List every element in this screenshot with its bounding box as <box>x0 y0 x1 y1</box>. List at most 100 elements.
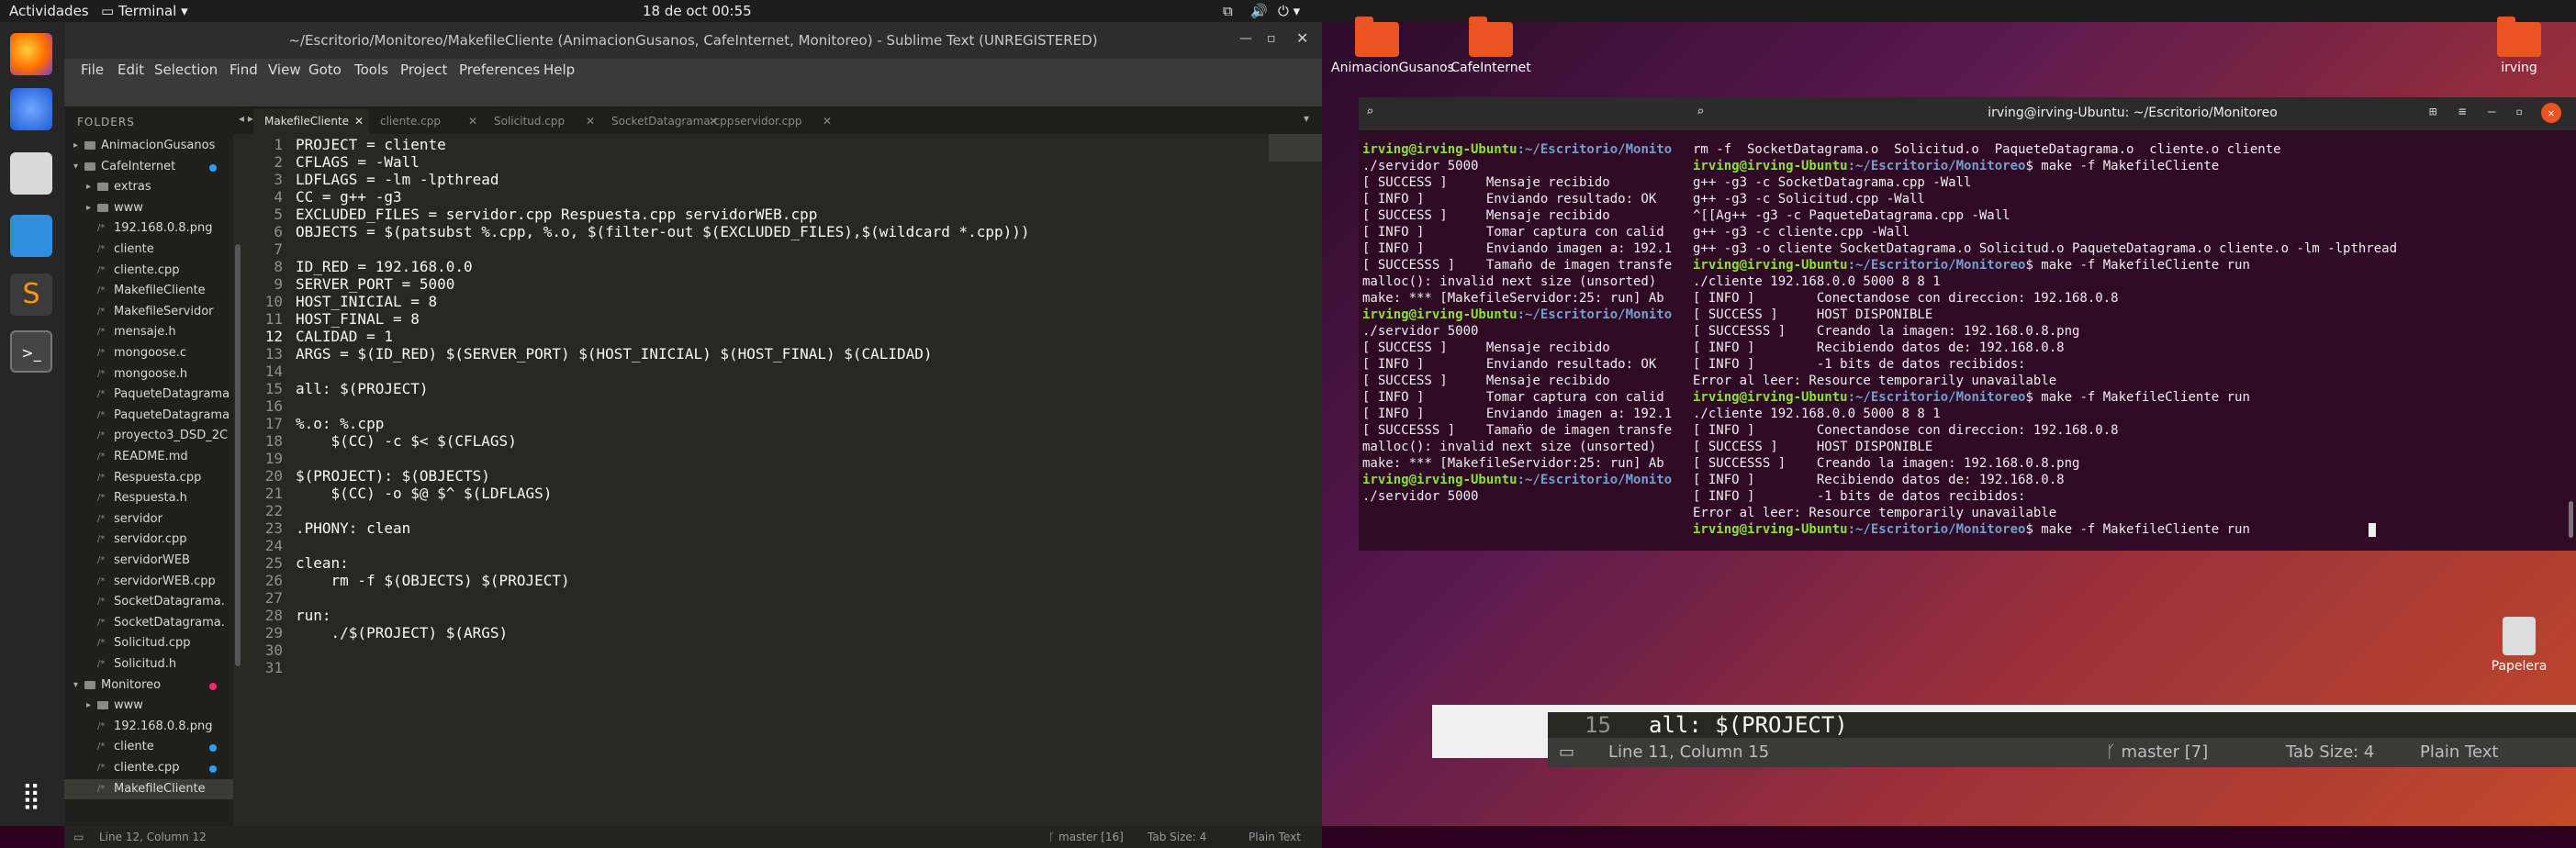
tab-size[interactable]: Tab Size: 4 <box>1148 831 1206 843</box>
sidebar-file[interactable]: /* mensaje.h <box>64 322 233 342</box>
maximize-button[interactable]: ▫ <box>2515 105 2523 119</box>
menu-goto[interactable]: Goto <box>308 61 342 78</box>
close-button[interactable]: ✕ <box>1296 29 1308 47</box>
network-icon[interactable]: ⧉ <box>1223 3 1233 19</box>
sidebar-file[interactable]: /* Respuesta.cpp <box>64 468 233 488</box>
sidebar-file[interactable]: /* Solicitud.cpp <box>64 633 233 653</box>
folder-icon <box>84 162 95 171</box>
git-branch[interactable]: ᚴ master [16] <box>1048 831 1124 843</box>
sidebar-folder[interactable]: ▸ www <box>64 198 233 218</box>
sidebar-file[interactable]: /* servidorWEB <box>64 551 233 571</box>
syntax[interactable]: Plain Text <box>1249 831 1301 843</box>
menu-preferences[interactable]: Preferences <box>459 61 540 78</box>
panel-toggle-icon[interactable]: ▭ <box>73 831 84 843</box>
desktop-trash[interactable]: Papelera <box>2473 617 2565 674</box>
tab-dropdown-icon[interactable]: ▾ <box>1304 112 1309 125</box>
menu-find[interactable]: Find <box>230 61 258 78</box>
sidebar-file[interactable]: /* Respuesta.h <box>64 488 233 508</box>
sidebar-label: extras <box>114 180 151 195</box>
sidebar-folder[interactable]: ▾ Monitoreo <box>64 675 233 696</box>
prompt-user: irving@irving-Ubuntu <box>1693 522 1848 537</box>
sidebar-folder[interactable]: ▾ CafeInternet <box>64 157 233 177</box>
sidebar-label: MakefileCliente <box>114 284 206 298</box>
menu-help[interactable]: Help <box>543 61 575 78</box>
file-icon: /* <box>97 659 106 669</box>
sidebar-file[interactable]: /* cliente <box>64 240 233 260</box>
output-text: ^[[Ag++ -g3 -c PaqueteDatagrama.cpp -Wal… <box>1693 208 2010 223</box>
firefox-icon[interactable] <box>10 33 52 75</box>
sidebar-file[interactable]: /* servidorWEB.cpp <box>64 572 233 592</box>
prompt-path: :~/Escritorio/Monito <box>1517 307 1673 322</box>
menu-file[interactable]: File <box>81 61 104 78</box>
sidebar-file[interactable]: /* cliente.cpp <box>64 261 233 281</box>
terminal-icon[interactable]: >_ <box>10 330 52 373</box>
status-dot <box>209 765 217 773</box>
line-number: 29 <box>264 624 283 642</box>
sidebar-file[interactable]: /* PaqueteDatagrama <box>64 406 233 426</box>
hamburger-menu-icon[interactable]: ≡ <box>2458 105 2466 119</box>
output-text: ./servidor 5000 <box>1362 159 1479 173</box>
sublime-icon[interactable]: S <box>10 273 52 316</box>
file-icon: /* <box>97 327 106 338</box>
sidebar-file[interactable]: /* SocketDatagrama. <box>64 592 233 612</box>
prompt-path: :~/Escritorio/Monitoreo <box>1847 159 2026 173</box>
volume-icon[interactable]: 🔊 <box>1250 3 1268 19</box>
sidebar-folder[interactable]: ▸ www <box>64 696 233 716</box>
desktop-home-irving[interactable]: irving <box>2473 17 2565 75</box>
code-line: ID_RED = 192.168.0.0 <box>296 258 473 275</box>
apps-grid-icon[interactable]: ⣿ <box>10 775 52 817</box>
file-icon: /* <box>97 617 106 628</box>
terminal-window-front[interactable]: ⌕ irving@irving-Ubuntu: ~/Escritorio/Mon… <box>1689 97 2576 551</box>
sidebar-file[interactable]: /* MakefileCliente <box>64 778 233 799</box>
menu-view[interactable]: View <box>268 61 301 78</box>
sidebar-file[interactable]: /* servidor <box>64 509 233 530</box>
app-menu[interactable]: ▭ Terminal ▾ <box>101 3 188 19</box>
prompt-line: irving@irving-Ubuntu:~/Escritorio/Monito… <box>1693 521 2576 538</box>
sidebar-file[interactable]: /* SocketDatagrama. <box>64 613 233 633</box>
menu-edit[interactable]: Edit <box>118 61 144 78</box>
sidebar-folder[interactable]: ▸ extras <box>64 177 233 197</box>
menu-project[interactable]: Project <box>400 61 447 78</box>
output-text: [ INFO ] Enviando resultado: OK <box>1362 192 1657 206</box>
files-icon[interactable] <box>10 152 52 195</box>
minimize-button[interactable]: — <box>2488 105 2495 119</box>
sidebar-file[interactable]: /* proyecto3_DSD_2C <box>64 426 233 446</box>
writer-icon[interactable] <box>10 215 52 257</box>
sidebar-file[interactable]: /* README.md <box>64 447 233 467</box>
code-line: rm -f $(OBJECTS) $(PROJECT) <box>296 572 570 589</box>
clock[interactable]: 18 de oct 00:55 <box>643 3 752 19</box>
sidebar-file[interactable]: /* MakefileCliente <box>64 281 233 301</box>
minimize-button[interactable]: — <box>1239 31 1252 46</box>
thunderbird-icon[interactable] <box>10 88 52 130</box>
power-icon[interactable]: ⏻ ▾ <box>1278 3 1300 19</box>
sidebar-label: SocketDatagrama. <box>114 615 225 630</box>
sidebar-file[interactable]: /* 192.168.0.8.png <box>64 218 233 239</box>
sidebar-scrollbar[interactable] <box>233 106 242 826</box>
new-tab-icon[interactable]: ⊞ <box>2429 105 2436 119</box>
close-button[interactable]: ✕ <box>2541 103 2561 123</box>
file-icon: /* <box>97 348 106 358</box>
line-number: 3 <box>274 171 283 188</box>
sidebar-file[interactable]: /* mongoose.h <box>64 364 233 385</box>
maximize-button[interactable]: ▫ <box>1267 31 1276 46</box>
search-icon[interactable]: ⌕ <box>1366 105 1373 119</box>
sidebar-folder[interactable]: ▸ AnimacionGusanos <box>64 136 233 156</box>
sidebar-file[interactable]: /* cliente.cpp <box>64 758 233 778</box>
desktop-folder-cafeinternet[interactable]: CafeInternet <box>1445 17 1537 75</box>
minimap[interactable] <box>1269 134 1322 162</box>
sidebar-file[interactable]: /* PaqueteDatagrama <box>64 385 233 405</box>
sidebar-file[interactable]: /* mongoose.c <box>64 343 233 363</box>
desktop-folder-animacion[interactable]: AnimacionGusanos <box>1331 17 1454 75</box>
sidebar-file[interactable]: /* servidor.cpp <box>64 530 233 550</box>
command-text: $ make -f MakefileCliente run <box>2025 522 2250 537</box>
sidebar-file[interactable]: /* cliente <box>64 737 233 757</box>
sidebar-file[interactable]: /* 192.168.0.8.png <box>64 717 233 737</box>
sidebar-file[interactable]: /* MakefileServidor <box>64 302 233 322</box>
activities-button[interactable]: Actividades <box>9 3 89 19</box>
menu-selection[interactable]: Selection <box>154 61 218 78</box>
code-area[interactable]: PROJECT = cliente CFLAGS = -Wall LDFLAGS =… <box>296 106 1269 804</box>
sidebar-file[interactable]: /* Solicitud.h <box>64 654 233 675</box>
menu-tools[interactable]: Tools <box>354 61 388 78</box>
prompt-user: irving@irving-Ubuntu <box>1362 473 1518 487</box>
output-text: g++ -g3 -o cliente SocketDatagrama.o Sol… <box>1693 241 2398 256</box>
